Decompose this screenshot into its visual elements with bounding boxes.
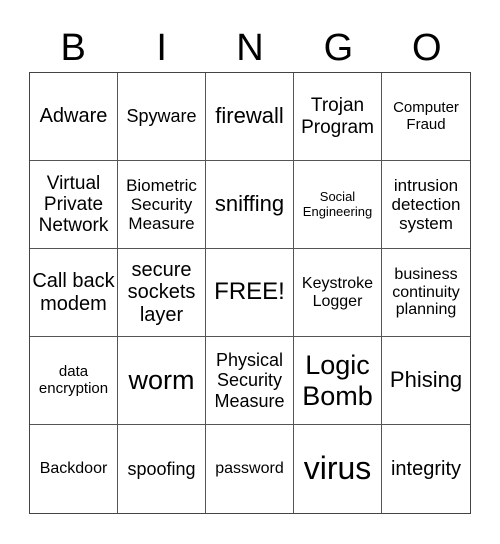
- free-space[interactable]: FREE!: [206, 249, 294, 337]
- bingo-cell[interactable]: password: [206, 425, 294, 513]
- bingo-cell[interactable]: Keystroke Logger: [294, 249, 382, 337]
- bingo-cell[interactable]: sniffing: [206, 161, 294, 249]
- header-letter-g: G: [323, 27, 354, 69]
- bingo-cell[interactable]: Phising: [382, 337, 470, 425]
- bingo-cell[interactable]: virus: [294, 425, 382, 513]
- bingo-header: B I N G O: [29, 24, 471, 72]
- bingo-cell[interactable]: worm: [118, 337, 206, 425]
- bingo-cell[interactable]: Call back modem: [30, 249, 118, 337]
- bingo-cell[interactable]: Backdoor: [30, 425, 118, 513]
- bingo-cell[interactable]: business continuity planning: [382, 249, 470, 337]
- header-letter-o: O: [412, 27, 442, 69]
- bingo-cell[interactable]: Virtual Private Network: [30, 161, 118, 249]
- header-letter-b: B: [60, 27, 86, 69]
- bingo-cell[interactable]: Computer Fraud: [382, 73, 470, 161]
- bingo-cell[interactable]: data encryption: [30, 337, 118, 425]
- bingo-grid: Adware Spyware firewall Trojan Program C…: [29, 72, 471, 514]
- bingo-cell[interactable]: Social Engineering: [294, 161, 382, 249]
- bingo-cell[interactable]: integrity: [382, 425, 470, 513]
- bingo-cell[interactable]: intrusion detection system: [382, 161, 470, 249]
- bingo-cell[interactable]: Physical Security Measure: [206, 337, 294, 425]
- bingo-cell[interactable]: Adware: [30, 73, 118, 161]
- header-letter-i: I: [156, 27, 167, 69]
- header-letter-n: N: [236, 27, 264, 69]
- bingo-cell[interactable]: firewall: [206, 73, 294, 161]
- bingo-cell[interactable]: spoofing: [118, 425, 206, 513]
- bingo-cell[interactable]: Biometric Security Measure: [118, 161, 206, 249]
- bingo-cell[interactable]: Logic Bomb: [294, 337, 382, 425]
- bingo-cell[interactable]: secure sockets layer: [118, 249, 206, 337]
- bingo-cell[interactable]: Spyware: [118, 73, 206, 161]
- bingo-cell[interactable]: Trojan Program: [294, 73, 382, 161]
